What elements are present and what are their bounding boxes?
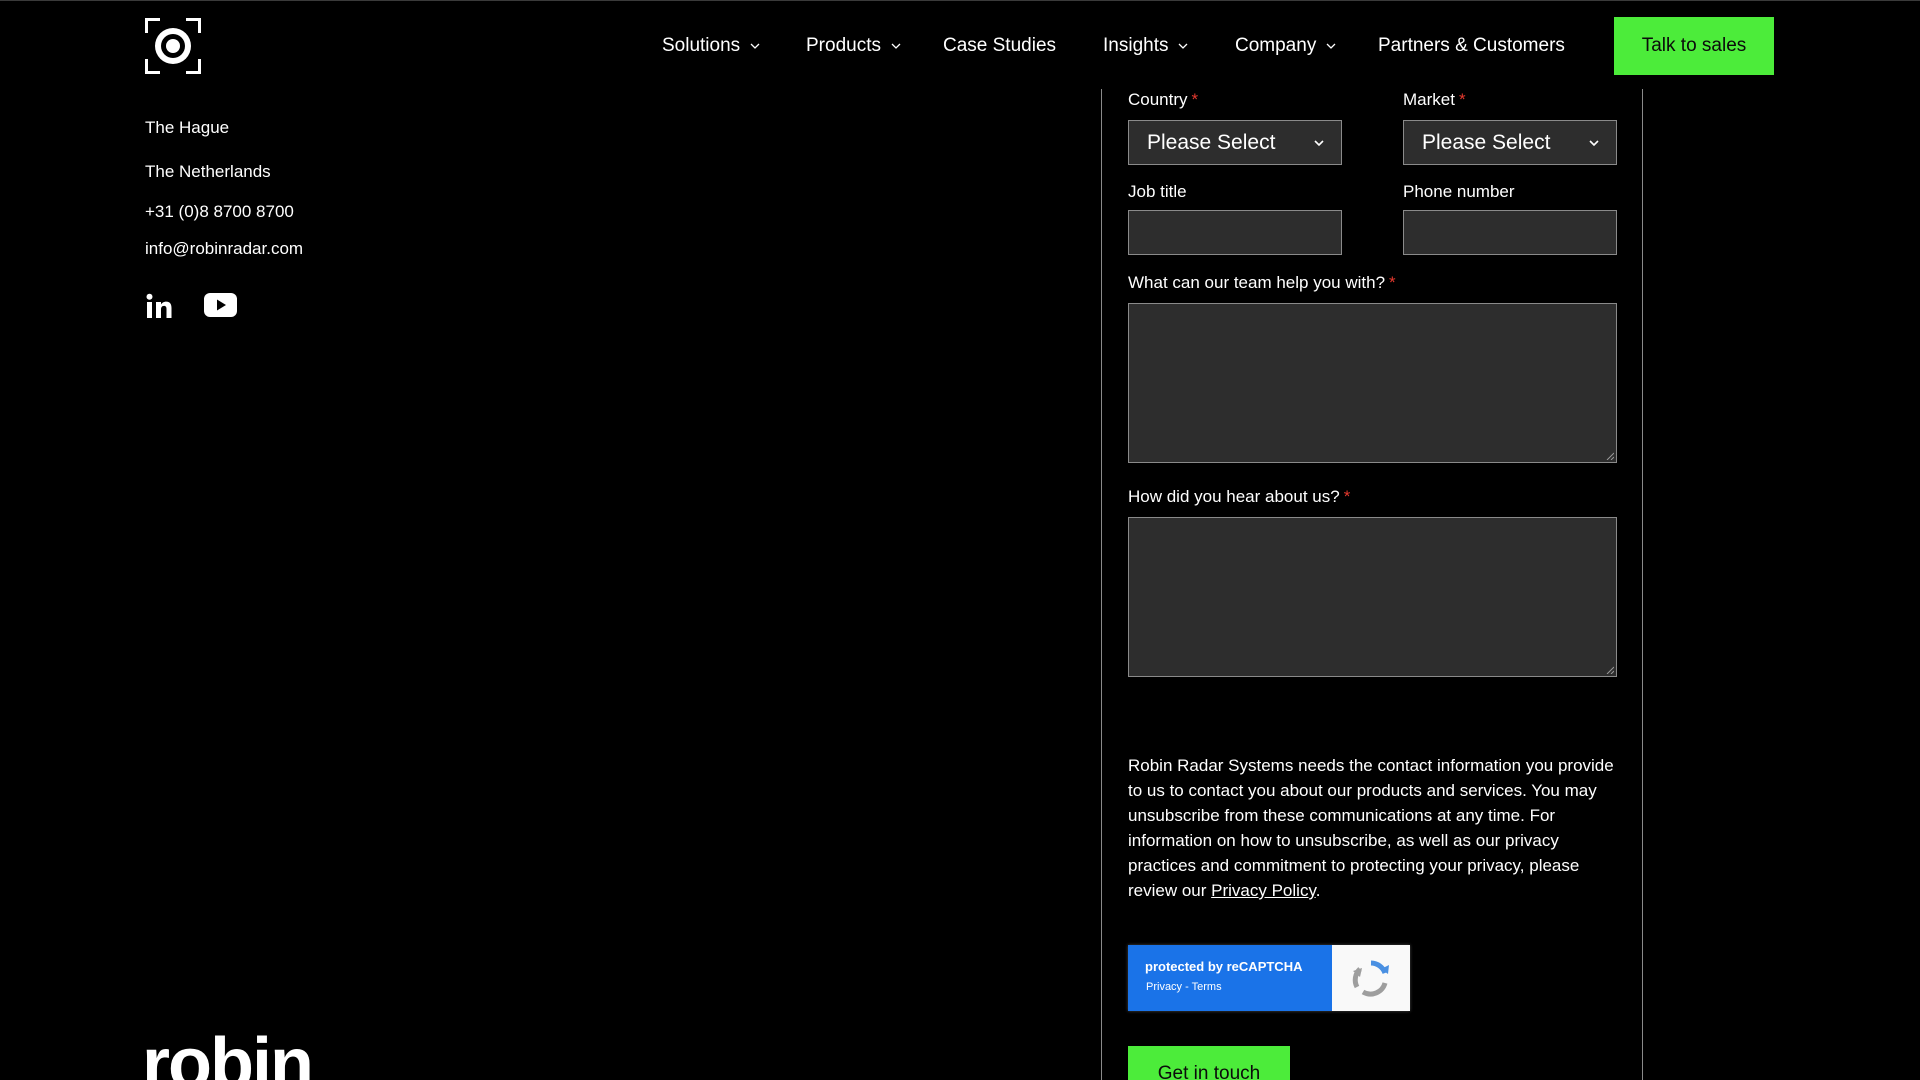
- get-in-touch-button[interactable]: Get in touch: [1128, 1046, 1290, 1080]
- site-header: Solutions Products Case Studies Insights…: [0, 0, 1920, 89]
- help-label: What can our team help you with? *: [1128, 273, 1396, 292]
- nav-item-company[interactable]: Company: [1235, 34, 1336, 58]
- robin-wordmark: robin: [142, 1024, 314, 1080]
- required-mark: *: [1458, 90, 1466, 109]
- form-panel-border-right: [1642, 89, 1643, 1080]
- resize-handle-icon[interactable]: [1606, 452, 1614, 460]
- job-title-label: Job title: [1128, 182, 1187, 201]
- privacy-policy-link[interactable]: Privacy Policy: [1211, 881, 1316, 900]
- youtube-icon[interactable]: [204, 293, 237, 317]
- market-label: Market *: [1403, 90, 1466, 109]
- country-label: Country *: [1128, 90, 1199, 109]
- form-panel-border-left: [1101, 89, 1102, 1080]
- country-select-value: Please Select: [1147, 130, 1276, 154]
- address-country: The Netherlands: [145, 162, 271, 181]
- nav-item-partners-customers[interactable]: Partners & Customers: [1378, 34, 1565, 58]
- resize-handle-icon[interactable]: [1606, 666, 1614, 674]
- talk-to-sales-button[interactable]: Talk to sales: [1614, 17, 1774, 75]
- contact-email-link[interactable]: info@robinradar.com: [145, 239, 303, 259]
- robin-logo-icon[interactable]: [145, 18, 201, 74]
- nav-label: Case Studies: [943, 35, 1057, 56]
- required-mark: *: [1389, 273, 1396, 292]
- chevron-down-icon: [1179, 43, 1188, 49]
- contact-phone-link[interactable]: +31 (0)8 8700 8700: [145, 202, 294, 222]
- chevron-down-icon: [891, 43, 901, 49]
- nav-item-case-studies[interactable]: Case Studies: [943, 34, 1056, 58]
- recaptcha-title: protected by reCAPTCHA: [1145, 959, 1303, 974]
- chevron-down-icon: [1589, 140, 1599, 147]
- address-city: The Hague: [145, 118, 230, 137]
- nav-label: Company: [1235, 35, 1317, 56]
- nav-label: Insights: [1103, 35, 1169, 56]
- recaptcha-badge[interactable]: protected by reCAPTCHA Privacy - Terms: [1128, 945, 1410, 1011]
- chevron-down-icon: [750, 43, 760, 49]
- hear-about-label: How did you hear about us? *: [1128, 487, 1351, 506]
- market-select-value: Please Select: [1422, 130, 1551, 154]
- market-select[interactable]: Please Select: [1403, 120, 1617, 165]
- phone-number-label: Phone number: [1403, 182, 1515, 201]
- nav-item-products[interactable]: Products: [806, 34, 901, 58]
- linkedin-icon[interactable]: [146, 293, 172, 319]
- chevron-down-icon: [1326, 43, 1336, 49]
- recaptcha-icon: [1352, 960, 1389, 997]
- country-select[interactable]: Please Select: [1128, 120, 1342, 165]
- hear-about-textarea[interactable]: [1128, 517, 1617, 677]
- nav-label: Products: [806, 35, 881, 56]
- required-mark: *: [1343, 487, 1351, 506]
- help-textarea[interactable]: [1128, 303, 1617, 463]
- nav-label: Partners & Customers: [1378, 35, 1565, 56]
- required-mark: *: [1191, 90, 1199, 109]
- privacy-notice: Robin Radar Systems needs the contact in…: [1128, 756, 1614, 900]
- nav-item-insights[interactable]: Insights: [1103, 34, 1188, 58]
- recaptcha-links[interactable]: Privacy - Terms: [1146, 981, 1222, 993]
- job-title-input[interactable]: [1128, 210, 1342, 255]
- phone-number-input[interactable]: [1403, 210, 1617, 255]
- nav-label: Solutions: [662, 35, 741, 56]
- nav-item-solutions[interactable]: Solutions: [662, 34, 760, 58]
- chevron-down-icon: [1314, 140, 1324, 147]
